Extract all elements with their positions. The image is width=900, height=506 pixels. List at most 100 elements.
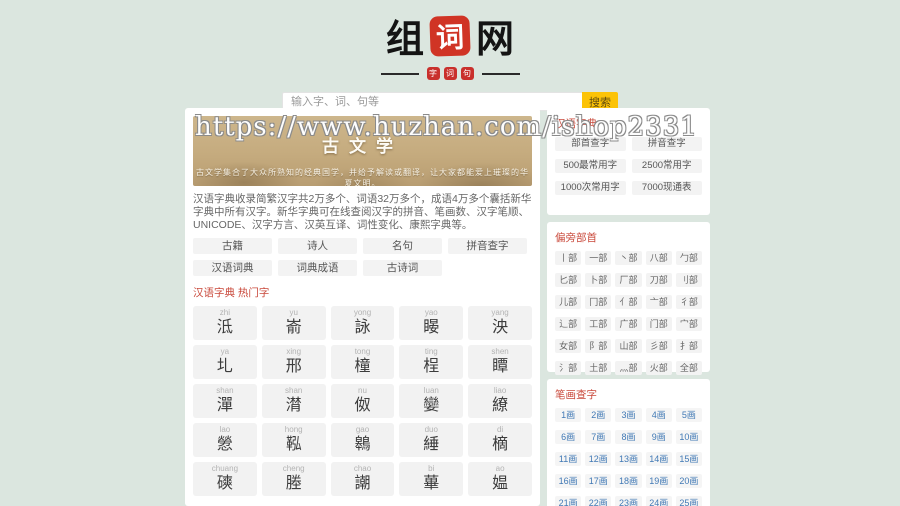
tile-pinyin: liao bbox=[493, 386, 507, 395]
hot-char-tile[interactable]: cheng 塍 bbox=[261, 462, 326, 496]
category-button[interactable]: 拼音查字 bbox=[448, 238, 527, 254]
hot-char-tile[interactable]: ya 圠 bbox=[193, 345, 257, 379]
radical-button[interactable]: 匕部 bbox=[555, 273, 582, 287]
dict-link-button[interactable]: 拼音查字 bbox=[631, 137, 702, 151]
radical-button[interactable]: 土部 bbox=[585, 361, 612, 375]
hot-char-tile[interactable]: nu 伮 bbox=[330, 384, 395, 418]
hot-char-tile[interactable]: chuang 磢 bbox=[193, 462, 257, 496]
stroke-button[interactable]: 5画 bbox=[675, 408, 702, 422]
radical-button[interactable]: 彳部 bbox=[675, 295, 702, 309]
category-button[interactable]: 古籍 bbox=[193, 238, 272, 254]
stroke-button[interactable]: 19画 bbox=[645, 474, 672, 488]
dict-link-button[interactable]: 2500常用字 bbox=[631, 159, 702, 173]
radical-button[interactable]: 丶部 bbox=[615, 251, 642, 265]
stroke-button[interactable]: 2画 bbox=[585, 408, 612, 422]
radical-button[interactable]: 勹部 bbox=[675, 251, 702, 265]
hot-char-tile[interactable]: shan 潸 bbox=[261, 384, 326, 418]
stroke-button[interactable]: 1画 bbox=[555, 408, 582, 422]
radical-button[interactable]: 冂部 bbox=[585, 295, 612, 309]
radical-button[interactable]: 刂部 bbox=[675, 273, 702, 287]
hot-char-tile[interactable]: chao 謿 bbox=[330, 462, 395, 496]
category-button[interactable]: 诗人 bbox=[278, 238, 357, 254]
stroke-button[interactable]: 11画 bbox=[555, 452, 582, 466]
radical-button[interactable]: 彡部 bbox=[645, 339, 672, 353]
dict-link-button[interactable]: 500最常用字 bbox=[555, 159, 626, 173]
radical-button[interactable]: 卜部 bbox=[585, 273, 612, 287]
dict-link-button[interactable]: 7000现通表 bbox=[631, 181, 702, 195]
stroke-button[interactable]: 25画 bbox=[675, 496, 702, 506]
stroke-button[interactable]: 10画 bbox=[675, 430, 702, 444]
category-button[interactable]: 词典成语 bbox=[278, 260, 357, 276]
radical-button[interactable]: 女部 bbox=[555, 339, 582, 353]
stroke-button[interactable]: 22画 bbox=[585, 496, 612, 506]
hot-char-tile[interactable]: xing 邢 bbox=[261, 345, 326, 379]
dict-link-button[interactable]: 部首查字 bbox=[555, 137, 626, 151]
stroke-button[interactable]: 20画 bbox=[675, 474, 702, 488]
category-button[interactable]: 古诗词 bbox=[363, 260, 442, 276]
site-logo-link[interactable]: 组 词 网 bbox=[386, 8, 514, 63]
hot-char-tile[interactable]: duo 綞 bbox=[399, 423, 464, 457]
hot-char-tile[interactable]: luan 孌 bbox=[399, 384, 464, 418]
hot-char-tile[interactable]: yang 泱 bbox=[468, 306, 532, 340]
stroke-button[interactable]: 4画 bbox=[645, 408, 672, 422]
hot-char-tile[interactable]: gao 鷎 bbox=[330, 423, 395, 457]
radical-button[interactable]: 宀部 bbox=[675, 317, 702, 331]
stroke-button[interactable]: 13画 bbox=[615, 452, 642, 466]
category-button[interactable]: 名句 bbox=[363, 238, 442, 254]
radical-button[interactable]: 广部 bbox=[615, 317, 642, 331]
radical-button[interactable]: 一部 bbox=[585, 251, 612, 265]
radical-button[interactable]: 儿部 bbox=[555, 295, 582, 309]
radical-button[interactable]: 山部 bbox=[615, 339, 642, 353]
hot-char-tile[interactable]: tong 橦 bbox=[330, 345, 395, 379]
radical-button[interactable]: 辶部 bbox=[555, 317, 582, 331]
radical-button[interactable]: 阝部 bbox=[585, 339, 612, 353]
hot-char-tile[interactable]: zhi 泜 bbox=[193, 306, 257, 340]
stroke-button[interactable]: 6画 bbox=[555, 430, 582, 444]
radical-button[interactable]: 八部 bbox=[645, 251, 672, 265]
hot-char-tile[interactable]: yong 詠 bbox=[330, 306, 395, 340]
radical-button[interactable]: 工部 bbox=[585, 317, 612, 331]
stroke-button[interactable]: 12画 bbox=[585, 452, 612, 466]
hot-char-tile[interactable]: liao 繚 bbox=[468, 384, 532, 418]
tagline-rule-right bbox=[481, 72, 520, 75]
stroke-button[interactable]: 7画 bbox=[585, 430, 612, 444]
stroke-button[interactable]: 14画 bbox=[645, 452, 672, 466]
radical-button[interactable]: 厂部 bbox=[615, 273, 642, 287]
radical-button[interactable]: 丨部 bbox=[555, 251, 582, 265]
stroke-button[interactable]: 21画 bbox=[555, 496, 582, 506]
banner[interactable]: 古文学 古文学集合了大众所熟知的经典国学，并给予解读或翻译，让大家都能爱上璀璨的… bbox=[193, 116, 532, 186]
hot-char-tile[interactable]: lao 憥 bbox=[193, 423, 257, 457]
category-buttons: 古籍 诗人 名句 拼音查字汉语词典 词典成语 古诗词 bbox=[193, 238, 532, 276]
hot-char-tile[interactable]: hong 鞃 bbox=[261, 423, 326, 457]
banner-title: 古文学 bbox=[322, 137, 403, 157]
radical-button[interactable]: 门部 bbox=[645, 317, 672, 331]
stroke-button[interactable]: 18画 bbox=[615, 474, 642, 488]
hot-char-tile[interactable]: ao 媪 bbox=[468, 462, 532, 496]
stroke-button[interactable]: 15画 bbox=[675, 452, 702, 466]
radical-button[interactable]: 火部 bbox=[645, 361, 672, 375]
radical-button[interactable]: 灬部 bbox=[615, 361, 642, 375]
stroke-button[interactable]: 24画 bbox=[645, 496, 672, 506]
category-button[interactable]: 汉语词典 bbox=[193, 260, 272, 276]
stroke-button[interactable]: 16画 bbox=[555, 474, 582, 488]
radical-button[interactable]: 扌部 bbox=[675, 339, 702, 353]
radical-button[interactable]: 氵部 bbox=[555, 361, 582, 375]
hot-char-tile[interactable]: shen 瞫 bbox=[468, 345, 532, 379]
radical-button[interactable]: 亠部 bbox=[645, 295, 672, 309]
stroke-button[interactable]: 8画 bbox=[615, 430, 642, 444]
dict-link-button[interactable]: 1000次常用字 bbox=[555, 181, 626, 195]
stroke-button[interactable]: 23画 bbox=[615, 496, 642, 506]
hot-char-tile[interactable]: di 樀 bbox=[468, 423, 532, 457]
hot-char-tile[interactable]: bi 蓽 bbox=[399, 462, 464, 496]
hot-char-tile[interactable]: ting 桯 bbox=[399, 345, 464, 379]
stroke-button[interactable]: 3画 bbox=[615, 408, 642, 422]
radical-button[interactable]: 全部 bbox=[675, 361, 702, 375]
radical-button[interactable]: 亻部 bbox=[615, 295, 642, 309]
hot-char-tile[interactable]: yu 嵛 bbox=[261, 306, 326, 340]
hot-char-tile[interactable]: yao 䁙 bbox=[399, 306, 464, 340]
stroke-button[interactable]: 17画 bbox=[585, 474, 612, 488]
radical-button[interactable]: 刀部 bbox=[645, 273, 672, 287]
hot-char-tile[interactable]: shan 潬 bbox=[193, 384, 257, 418]
stroke-button[interactable]: 9画 bbox=[645, 430, 672, 444]
tile-character: 磢 bbox=[216, 475, 233, 492]
